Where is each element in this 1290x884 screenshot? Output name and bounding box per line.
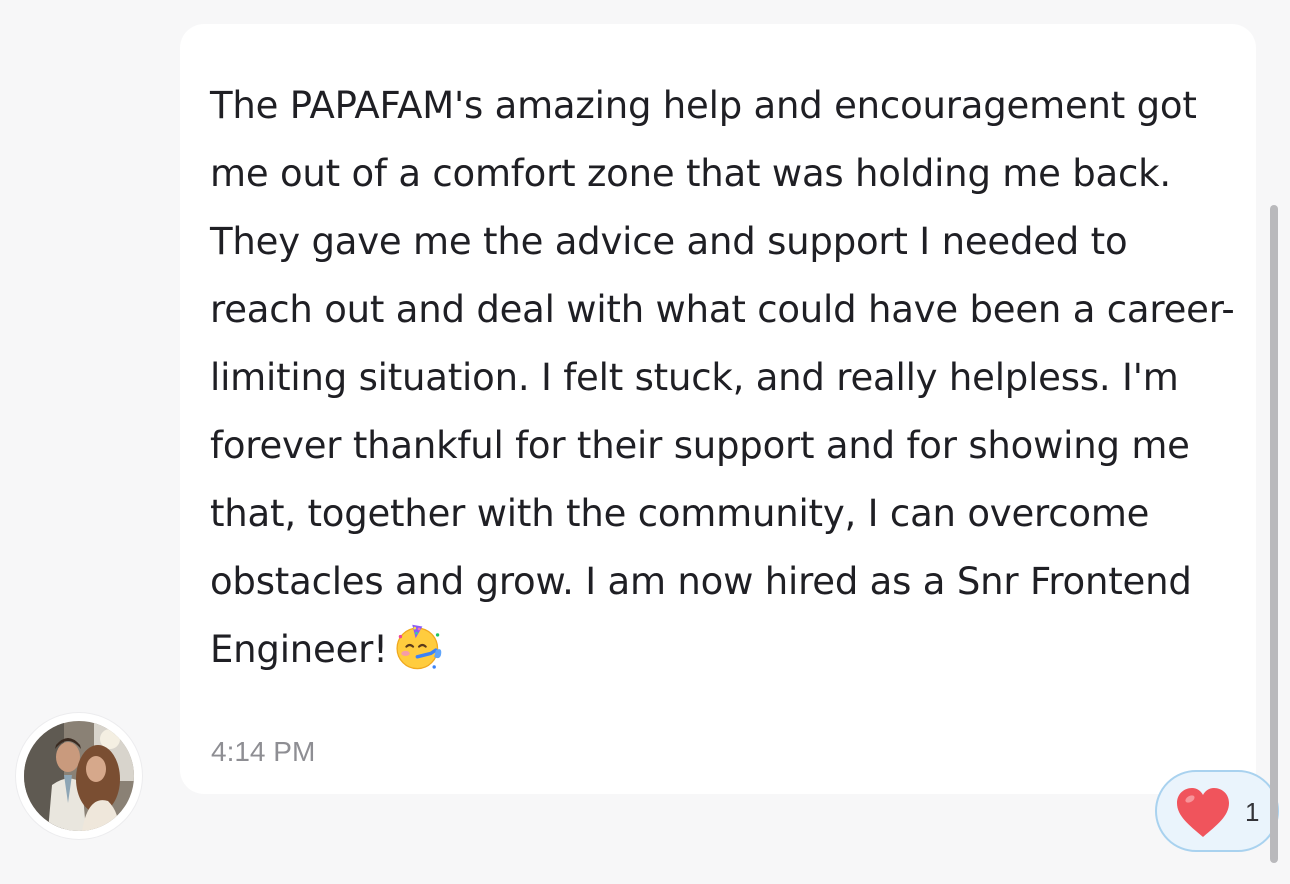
avatar[interactable] bbox=[16, 713, 142, 839]
heart-icon bbox=[1177, 788, 1229, 837]
heart-reaction-button[interactable]: 1 bbox=[1155, 770, 1279, 852]
message-bubble[interactable]: The PAPAFAM's amazing help and encourage… bbox=[180, 24, 1256, 794]
message-text: The PAPAFAM's amazing help and encourage… bbox=[210, 84, 1235, 671]
reaction-count: 1 bbox=[1245, 797, 1260, 827]
partying-face-icon bbox=[396, 624, 442, 670]
avatar-photo bbox=[24, 721, 134, 831]
message-body: The PAPAFAM's amazing help and encourage… bbox=[210, 72, 1235, 684]
scrollbar[interactable] bbox=[1270, 205, 1278, 863]
message-timestamp: 4:14 PM bbox=[211, 736, 316, 767]
